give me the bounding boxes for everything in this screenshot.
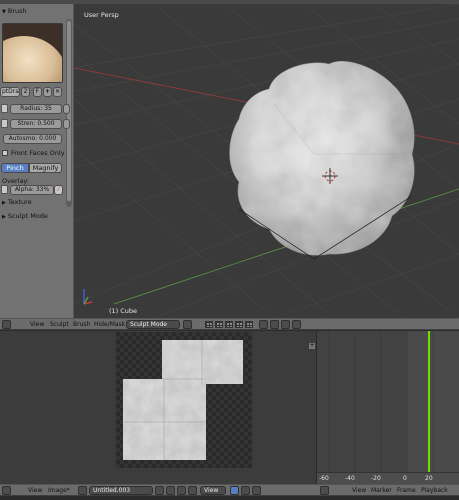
- 3d-view-header: View Sculpt Brush Hide/Mask Sculpt Mode: [0, 318, 459, 330]
- viewport-view-label: User Persp: [84, 11, 119, 19]
- brush-color-picker-icon[interactable]: ⁄: [54, 185, 63, 195]
- tick-label: -40: [345, 475, 355, 482]
- brush-panel-title: Brush: [7, 7, 27, 15]
- panel-collapsed-icon: ▶: [2, 214, 6, 220]
- unlink-brush-icon[interactable]: ✕: [53, 87, 62, 97]
- new-image-icon[interactable]: [166, 486, 175, 495]
- sculpt-mesh[interactable]: [229, 60, 415, 260]
- menu-sculpt[interactable]: Sculpt: [50, 321, 69, 328]
- tick-label: -20: [371, 475, 381, 482]
- timeline-header: View Marker Frame Playback: [316, 484, 459, 496]
- image-editor[interactable]: +: [0, 331, 316, 484]
- mode-select-label: Sculpt Mode: [130, 321, 167, 328]
- axis-gizmo-icon: [83, 289, 93, 305]
- front-faces-checkbox[interactable]: [2, 150, 8, 156]
- brush-users-count[interactable]: 2: [21, 87, 30, 97]
- radius-slider[interactable]: Radius: 35: [10, 104, 62, 114]
- image-name-field[interactable]: Untitled.003: [89, 486, 153, 495]
- strength-pressure-icon[interactable]: [1, 119, 8, 128]
- tick-label: 20: [425, 475, 433, 482]
- editor-type-icon[interactable]: [2, 486, 11, 495]
- snapshot-icon[interactable]: [270, 320, 279, 329]
- viewport-shading-icon[interactable]: [183, 320, 192, 329]
- menu-view[interactable]: View: [30, 321, 44, 328]
- paint-mode-icon[interactable]: [230, 486, 239, 495]
- lock-icon[interactable]: [292, 320, 301, 329]
- radius-pressure-toggle[interactable]: [63, 104, 70, 114]
- menu-frame[interactable]: Frame: [397, 487, 416, 494]
- layer-buttons-icon[interactable]: [205, 321, 213, 328]
- 3d-viewport[interactable]: User Persp (1) Cube: [74, 4, 459, 318]
- overlay-toggle-icon[interactable]: [1, 185, 8, 194]
- brush-fake-user-button[interactable]: F: [33, 87, 42, 97]
- menu-marker[interactable]: Marker: [371, 487, 392, 494]
- menu-brush[interactable]: Brush: [73, 321, 90, 328]
- overlay-icon[interactable]: [281, 320, 290, 329]
- menu-view[interactable]: View: [28, 487, 42, 494]
- mode-select[interactable]: Sculpt Mode: [126, 320, 180, 329]
- view-mode-select[interactable]: View: [200, 486, 226, 495]
- image-name-label: Untitled.003: [93, 487, 131, 494]
- magnify-button[interactable]: Magnify: [29, 163, 62, 173]
- front-faces-label: Front Faces Only: [11, 149, 65, 157]
- sculpt-mode-panel-title: Sculpt Mode: [7, 212, 48, 220]
- strength-pressure-toggle[interactable]: [63, 119, 70, 129]
- tick-label: 0: [403, 475, 407, 482]
- layer-buttons-icon[interactable]: [245, 321, 253, 328]
- timeline-canvas: [317, 331, 459, 472]
- pin-icon[interactable]: [252, 486, 261, 495]
- menu-view[interactable]: View: [352, 487, 366, 494]
- brush-name-field[interactable]: ptDraw: [0, 87, 20, 97]
- timeline-editor[interactable]: -60 -40 -20 0 20: [316, 331, 459, 484]
- layer-buttons-icon[interactable]: [225, 321, 233, 328]
- strength-slider[interactable]: Stren: 0.500: [10, 119, 62, 129]
- uv-image-canvas[interactable]: [116, 332, 252, 468]
- display-channels-icon[interactable]: [241, 486, 250, 495]
- render-preview-icon[interactable]: [259, 320, 268, 329]
- editor-type-icon[interactable]: [320, 486, 329, 495]
- sculpt-mode-panel-header[interactable]: ▶ Sculpt Mode: [0, 211, 74, 222]
- brush-panel-header[interactable]: ▼ Brush: [0, 6, 74, 17]
- overlay-alpha-slider[interactable]: Alpha: 33%: [10, 185, 54, 195]
- texture-panel-title: Texture: [7, 198, 32, 206]
- image-browse-icon[interactable]: [78, 486, 87, 495]
- fake-user-icon[interactable]: [155, 486, 164, 495]
- add-brush-icon[interactable]: +: [43, 87, 52, 97]
- panel-expand-icon: ▼: [2, 9, 6, 15]
- layer-buttons-icon[interactable]: [215, 321, 223, 328]
- brush-preview[interactable]: [2, 23, 63, 83]
- menu-playback[interactable]: Playback: [421, 487, 448, 494]
- tool-shelf: ▼Brush ptDraw 2 F + ✕ Radius: 35 Stren: …: [0, 4, 74, 318]
- editor-type-icon[interactable]: [2, 320, 11, 329]
- view-mode-label: View: [204, 487, 219, 494]
- layer-buttons-icon[interactable]: [235, 321, 243, 328]
- panel-collapsed-icon: ▶: [2, 200, 6, 206]
- close-icon[interactable]: [188, 486, 197, 495]
- overlay-label: Overlay:: [2, 177, 29, 185]
- pinch-button[interactable]: Pinch: [1, 163, 29, 173]
- tick-label: -60: [319, 475, 329, 482]
- autosmooth-slider[interactable]: Autosmo: 0.000: [3, 134, 62, 144]
- open-image-icon[interactable]: [177, 486, 186, 495]
- texture-panel-header[interactable]: ▶ Texture: [0, 197, 74, 208]
- viewport-object-label: (1) Cube: [109, 307, 138, 315]
- radius-pressure-icon[interactable]: [1, 104, 8, 113]
- timeline-ruler[interactable]: -60 -40 -20 0 20: [317, 472, 459, 484]
- viewport-canvas: [74, 4, 459, 318]
- image-editor-header: View Image* Untitled.003 View: [0, 484, 316, 496]
- image-editor-expand-icon[interactable]: +: [309, 343, 315, 349]
- menu-image[interactable]: Image*: [48, 487, 70, 494]
- menu-hide-mask[interactable]: Hide/Mask: [94, 321, 125, 328]
